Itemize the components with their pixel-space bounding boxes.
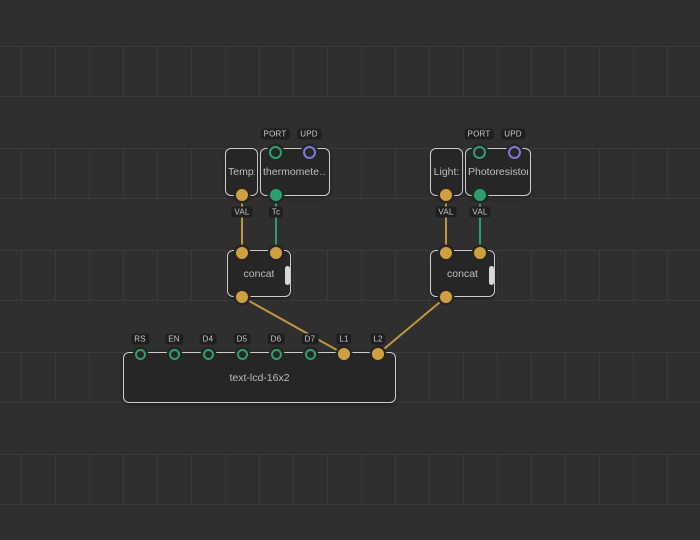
pin-concat-right-output[interactable] <box>440 291 452 303</box>
grid-row <box>0 46 700 97</box>
pin-label-d7: D7 <box>302 334 319 345</box>
pin-photoresistor-upd[interactable] <box>508 146 521 159</box>
pin-lcd-d4[interactable] <box>203 349 214 360</box>
pin-label-rs: RS <box>131 334 149 345</box>
pin-concat-left-input-2[interactable] <box>270 247 282 259</box>
pin-lcd-en[interactable] <box>169 349 180 360</box>
pin-thermometer-tc-output[interactable] <box>270 189 282 201</box>
pin-photoresistor-port[interactable] <box>473 146 486 159</box>
node-title: Temp: <box>228 166 255 178</box>
pin-label-upd: UPD <box>501 129 525 140</box>
pin-label-port: PORT <box>261 129 290 140</box>
grid-row <box>0 454 700 505</box>
pin-label-d4: D4 <box>200 334 217 345</box>
pin-concat-right-input-2[interactable] <box>474 247 486 259</box>
pin-label-val: VAL <box>435 207 456 218</box>
node-text-lcd-16x2[interactable]: text-lcd-16x2 <box>123 352 396 403</box>
pin-label-val: VAL <box>231 207 252 218</box>
pin-label-l1: L1 <box>336 334 351 345</box>
grid-row <box>0 148 700 199</box>
pin-thermometer-port[interactable] <box>269 146 282 159</box>
variadic-handle[interactable] <box>489 266 494 285</box>
pin-light-val-output[interactable] <box>440 189 452 201</box>
grid-row <box>0 250 700 301</box>
pin-photoresistor-val-output[interactable] <box>474 189 486 201</box>
pin-label-tc: Tc <box>269 207 283 218</box>
pin-lcd-l2[interactable] <box>372 348 384 360</box>
link-concat-right-to-lcd-l2[interactable] <box>378 297 446 354</box>
node-title: concat <box>244 268 275 280</box>
pin-label-en: EN <box>165 334 183 345</box>
pin-label-d5: D5 <box>234 334 251 345</box>
pin-temp-val-output[interactable] <box>236 189 248 201</box>
node-title: Light: <box>434 166 460 178</box>
node-title: thermomete… <box>263 166 327 178</box>
pin-thermometer-upd[interactable] <box>303 146 316 159</box>
pin-lcd-d5[interactable] <box>237 349 248 360</box>
patch-canvas[interactable]: Temp: thermomete… Light: Photoresistor c… <box>0 0 700 540</box>
node-title: concat <box>447 268 478 280</box>
variadic-handle[interactable] <box>285 266 290 285</box>
pin-lcd-d7[interactable] <box>305 349 316 360</box>
pin-lcd-d6[interactable] <box>271 349 282 360</box>
pin-lcd-rs[interactable] <box>135 349 146 360</box>
pin-label-upd: UPD <box>297 129 321 140</box>
node-title: Photoresistor <box>468 166 528 178</box>
pin-concat-left-output[interactable] <box>236 291 248 303</box>
pin-label-val: VAL <box>469 207 490 218</box>
node-concat-right[interactable]: concat <box>430 250 495 297</box>
pin-label-port: PORT <box>465 129 494 140</box>
pin-label-d6: D6 <box>268 334 285 345</box>
pin-concat-right-input-1[interactable] <box>440 247 452 259</box>
node-title: text-lcd-16x2 <box>229 372 289 384</box>
pin-label-l2: L2 <box>370 334 385 345</box>
pin-lcd-l1[interactable] <box>338 348 350 360</box>
pin-concat-left-input-1[interactable] <box>236 247 248 259</box>
link-concat-left-to-lcd-l1[interactable] <box>242 297 344 354</box>
